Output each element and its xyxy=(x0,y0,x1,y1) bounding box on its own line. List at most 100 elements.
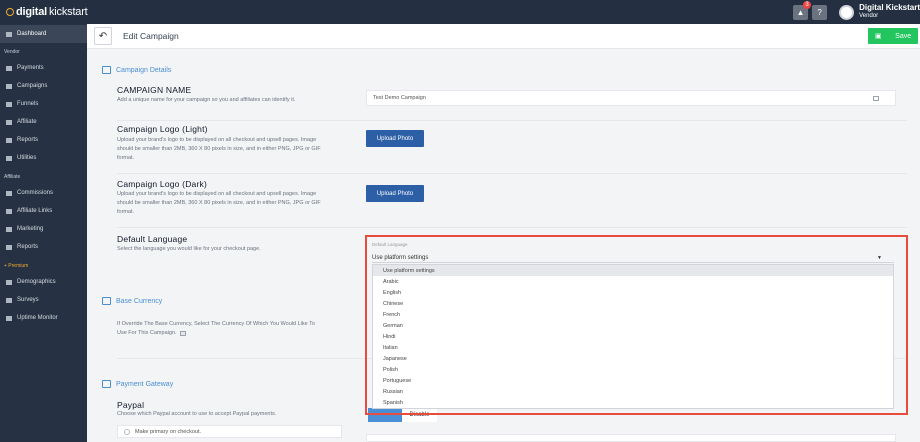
wrench-icon xyxy=(6,155,12,161)
sidebar-item-label: Affiliate xyxy=(17,119,37,125)
section-base-currency: Base Currency xyxy=(102,297,162,305)
chart-icon xyxy=(6,244,12,250)
sidebar-item-affiliate-reports[interactable]: Reports xyxy=(0,238,87,256)
language-option[interactable]: German xyxy=(373,320,893,331)
campaign-name-input[interactable]: Test Demo Campaign xyxy=(366,90,896,106)
cart-icon xyxy=(6,65,12,71)
clipboard-icon xyxy=(6,297,12,303)
top-bar: digital kickstart ▲ 3 ? Digital Kickstart… xyxy=(0,0,920,24)
paypal-account-select[interactable] xyxy=(366,434,896,442)
section-payment-gateway: Payment Gateway xyxy=(102,380,173,388)
back-button[interactable]: ↶ xyxy=(94,27,112,45)
page-header: ↶ Edit Campaign ▣ Save xyxy=(87,24,920,49)
language-option[interactable]: English xyxy=(373,287,893,298)
document-icon xyxy=(102,66,111,74)
language-desc: Select the language you would like for y… xyxy=(117,246,261,252)
language-option[interactable]: Use platform settings xyxy=(373,265,893,276)
sidebar-item-payments[interactable]: Payments xyxy=(0,59,87,77)
paypal-title: Paypal xyxy=(117,400,145,410)
bell-icon: ▲ xyxy=(796,7,805,17)
logo-text-light: kickstart xyxy=(49,6,88,18)
sidebar-item-demographics[interactable]: Demographics xyxy=(0,273,87,291)
grid-icon xyxy=(6,31,12,37)
sidebar-item-label: Uptime Monitor xyxy=(17,315,58,321)
save-icon: ▣ xyxy=(874,33,882,40)
logo-dark-desc-3: format. xyxy=(117,209,135,215)
help-button[interactable]: ? xyxy=(812,4,828,20)
language-option[interactable]: Japanese xyxy=(373,353,893,364)
logo-light-desc-2: should be smaller than 2MB, 360 X 80 pix… xyxy=(117,146,321,152)
sidebar-item-utilities[interactable]: Utilities xyxy=(0,149,87,167)
sidebar-item-label: Marketing xyxy=(17,226,44,232)
page-title: Edit Campaign xyxy=(123,31,179,41)
chart-icon xyxy=(6,137,12,143)
sidebar-item-affiliate[interactable]: Affiliate xyxy=(0,113,87,131)
sidebar-item-uptime-monitor[interactable]: Uptime Monitor xyxy=(0,309,87,327)
sidebar: Dashboard Vendor Payments Campaigns Funn… xyxy=(0,24,87,442)
save-button[interactable]: ▣ Save xyxy=(868,28,918,44)
sidebar-item-marketing[interactable]: Marketing xyxy=(0,220,87,238)
make-primary-row[interactable]: Make primary on checkout. xyxy=(117,425,342,438)
upload-logo-light-button[interactable]: Upload Photo xyxy=(366,130,424,147)
language-select[interactable]: Use platform settings ▼ xyxy=(372,253,894,263)
currency-desc-2: Use For This Campaign. xyxy=(117,330,177,336)
language-option[interactable]: Portuguese xyxy=(373,375,893,386)
make-primary-label: Make primary on checkout. xyxy=(135,428,202,435)
sidebar-item-label: Demographics xyxy=(17,279,56,285)
language-selected-value: Use platform settings xyxy=(372,254,429,261)
section-title: Payment Gateway xyxy=(116,380,174,388)
language-option[interactable]: Chinese xyxy=(373,298,893,309)
id-card-icon xyxy=(873,95,879,101)
divider xyxy=(117,120,907,121)
sidebar-item-surveys[interactable]: Surveys xyxy=(0,291,87,309)
language-option[interactable]: French xyxy=(373,309,893,320)
currency-desc-1: If Override The Base Currency, Select Th… xyxy=(117,321,315,327)
sidebar-item-label: Reports xyxy=(17,137,39,143)
sidebar-item-reports[interactable]: Reports xyxy=(0,131,87,149)
logo-icon xyxy=(6,8,14,16)
logo-dark-desc-2: should be smaller than 2MB, 360 X 80 pix… xyxy=(117,200,321,206)
credit-card-icon xyxy=(102,297,111,305)
upload-logo-dark-button[interactable]: Upload Photo xyxy=(366,185,424,202)
language-option[interactable]: Italian xyxy=(373,342,893,353)
language-option[interactable]: Polish xyxy=(373,364,893,375)
divider xyxy=(117,227,907,228)
user-menu[interactable]: Digital Kickstart Vendor xyxy=(859,4,920,20)
language-options-list: Use platform settings Arabic English Chi… xyxy=(372,264,894,409)
caret-down-icon: ▼ xyxy=(877,254,882,261)
sidebar-item-dashboard[interactable]: Dashboard xyxy=(0,25,87,43)
sidebar-item-campaigns[interactable]: Campaigns xyxy=(0,77,87,95)
user-name: Digital Kickstart xyxy=(859,3,920,12)
divider xyxy=(117,173,907,174)
language-title: Default Language xyxy=(117,234,188,244)
monitor-icon xyxy=(6,315,12,321)
currency-desc-2-row: Use For This Campaign. xyxy=(117,329,186,338)
language-option[interactable]: Arabic xyxy=(373,276,893,287)
campaign-name-title: CAMPAIGN NAME xyxy=(117,85,192,95)
notifications-button[interactable]: ▲ 3 xyxy=(793,0,812,20)
sidebar-item-label: Campaigns xyxy=(17,83,48,89)
language-dropdown-label: Default Language xyxy=(372,242,408,247)
language-option[interactable]: Spanish xyxy=(373,397,893,408)
campaign-name-value: Test Demo Campaign xyxy=(373,95,426,101)
section-title: Campaign Details xyxy=(116,66,172,74)
make-primary-radio[interactable] xyxy=(124,428,130,435)
sidebar-item-funnels[interactable]: Funnels xyxy=(0,95,87,113)
sidebar-item-label: Surveys xyxy=(17,297,39,303)
credit-card-icon xyxy=(102,380,111,388)
info-icon[interactable] xyxy=(179,331,186,336)
section-title: Base Currency xyxy=(116,297,163,305)
sidebar-item-affiliate-links[interactable]: Affiliate Links xyxy=(0,202,87,220)
logo-light-desc-1: Upload your brand's logo to be displayed… xyxy=(117,137,317,143)
sidebar-item-label: Payments xyxy=(17,65,44,71)
user-role: Vendor xyxy=(859,13,879,19)
sidebar-item-label: Commissions xyxy=(17,190,54,196)
language-option[interactable]: Hindi xyxy=(373,331,893,342)
sidebar-item-commissions[interactable]: Commissions xyxy=(0,184,87,202)
bar-chart-icon xyxy=(6,279,12,285)
logo-light-title: Campaign Logo (Light) xyxy=(117,124,208,134)
avatar[interactable] xyxy=(839,4,855,20)
funnel-icon xyxy=(6,101,12,107)
language-option[interactable]: Russian xyxy=(373,386,893,397)
logo[interactable]: digital kickstart xyxy=(6,6,88,18)
